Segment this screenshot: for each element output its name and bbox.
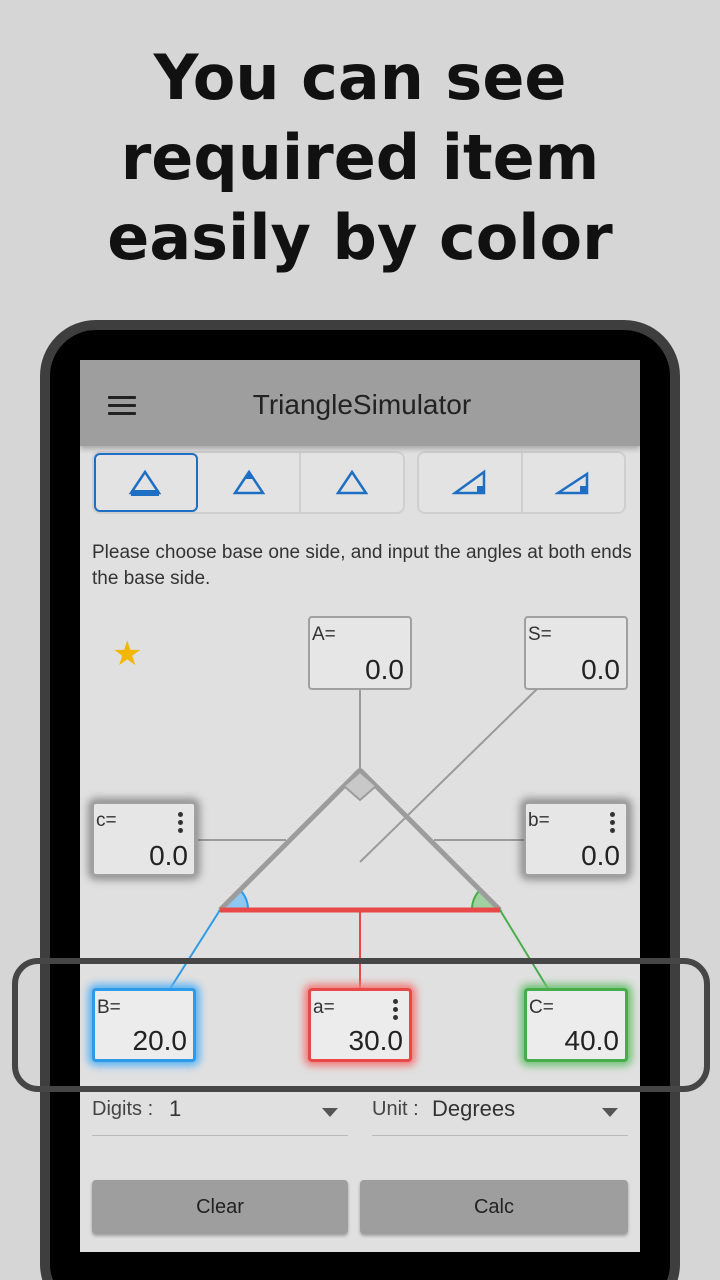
- highlight-frame: [12, 958, 710, 1092]
- more-options-icon[interactable]: [610, 812, 616, 836]
- promo-headline: You can see required item easily by colo…: [0, 38, 720, 278]
- value-box-S[interactable]: S= 0.0: [524, 616, 628, 690]
- app-title: TriangleSimulator: [252, 389, 472, 420]
- value-box-c-value: 0.0: [149, 840, 188, 871]
- triangle-type-group: [92, 451, 405, 514]
- headline-line-2: required item: [120, 121, 600, 194]
- headline-line-3: easily by color: [107, 201, 613, 274]
- triangle-outline-icon: [335, 469, 369, 494]
- instruction-text: Please choose base one side, and input t…: [92, 542, 632, 589]
- more-options-icon[interactable]: [178, 812, 184, 836]
- clear-button[interactable]: Clear: [92, 1180, 348, 1234]
- value-box-S-value: 0.0: [581, 654, 620, 685]
- value-box-A-label: A=: [312, 624, 336, 645]
- headline-line-1: You can see: [153, 41, 567, 114]
- chevron-down-icon: [322, 1108, 338, 1117]
- tab-triangle-base-bottom[interactable]: [94, 453, 198, 512]
- value-box-S-label: S=: [528, 624, 552, 645]
- triangle-base-bottom-icon: [128, 469, 162, 496]
- right-triangle-obtuse-icon: [555, 471, 589, 494]
- value-box-b-label: b=: [528, 810, 550, 831]
- unit-label: Unit :: [372, 1098, 419, 1120]
- triangle-apex-icon: [232, 469, 265, 494]
- digits-value: 1: [169, 1096, 182, 1121]
- tab-triangle-outline[interactable]: [301, 453, 403, 512]
- digits-label: Digits :: [92, 1098, 154, 1120]
- right-triangle-type-group: [417, 451, 626, 514]
- tab-right-triangle[interactable]: [419, 453, 523, 512]
- favorite-star-icon[interactable]: ★: [112, 634, 142, 674]
- value-box-A[interactable]: A= 0.0: [308, 616, 412, 690]
- right-triangle-icon: [451, 469, 485, 494]
- tab-triangle-apex[interactable]: [198, 453, 302, 512]
- value-box-A-value: 0.0: [365, 654, 404, 685]
- right-angle-marker: [342, 770, 378, 802]
- leader-line-S: [359, 687, 539, 863]
- value-box-c-label: c=: [96, 810, 117, 831]
- tab-right-triangle-obtuse[interactable]: [523, 453, 625, 512]
- digits-select[interactable]: Digits : 1: [92, 1090, 348, 1136]
- calc-button[interactable]: Calc: [360, 1180, 628, 1234]
- unit-value: Degrees: [432, 1096, 516, 1121]
- chevron-down-icon: [602, 1108, 618, 1117]
- app-screen: TriangleSimulator Please choose base one…: [80, 360, 640, 1252]
- value-box-b-value: 0.0: [581, 840, 620, 871]
- value-box-b[interactable]: b= 0.0: [524, 802, 628, 876]
- app-bar: TriangleSimulator: [80, 360, 640, 446]
- unit-select[interactable]: Unit : Degrees: [372, 1090, 628, 1136]
- value-box-c[interactable]: c= 0.0: [92, 802, 196, 876]
